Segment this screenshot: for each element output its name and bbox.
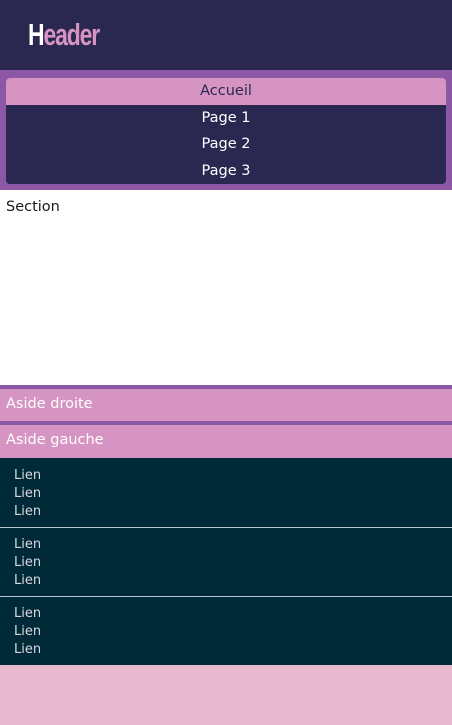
footer-link[interactable]: Lien — [14, 623, 41, 641]
nav-item-page-2[interactable]: Page 2 — [6, 131, 446, 158]
footer: Lien Lien Lien Lien Lien Lien Lien Lien … — [0, 458, 452, 665]
footer-link-group: Lien Lien Lien — [0, 527, 452, 595]
footer-link[interactable]: Lien — [14, 536, 41, 554]
footer-link[interactable]: Lien — [14, 485, 41, 503]
bottom-area — [0, 665, 452, 725]
footer-link[interactable]: Lien — [14, 572, 41, 590]
nav-item-page-3[interactable]: Page 3 — [6, 158, 446, 185]
main-section: Section — [0, 190, 452, 385]
footer-link[interactable]: Lien — [14, 503, 41, 521]
aside-left-label: Aside gauche — [6, 432, 104, 448]
aside-right: Aside droite — [0, 389, 452, 421]
nav-item-accueil[interactable]: Accueil — [6, 78, 446, 105]
header-title: Header — [28, 17, 100, 53]
section-label: Section — [6, 199, 60, 215]
footer-link-group: Lien Lien Lien — [0, 596, 452, 664]
header-title-rest: eader — [43, 17, 100, 52]
footer-link[interactable]: Lien — [14, 467, 41, 485]
footer-link[interactable]: Lien — [14, 605, 41, 623]
footer-link[interactable]: Lien — [14, 554, 41, 572]
nav-bar: Accueil Page 1 Page 2 Page 3 — [0, 70, 452, 190]
footer-link-group: Lien Lien Lien — [0, 458, 452, 526]
header-title-first-letter: H — [28, 17, 45, 52]
page-header: Header — [0, 0, 452, 70]
aside-left: Aside gauche — [0, 425, 452, 458]
nav-menu: Accueil Page 1 Page 2 Page 3 — [6, 78, 446, 184]
nav-item-page-1[interactable]: Page 1 — [6, 105, 446, 132]
aside-right-label: Aside droite — [6, 396, 93, 412]
footer-link[interactable]: Lien — [14, 641, 41, 659]
